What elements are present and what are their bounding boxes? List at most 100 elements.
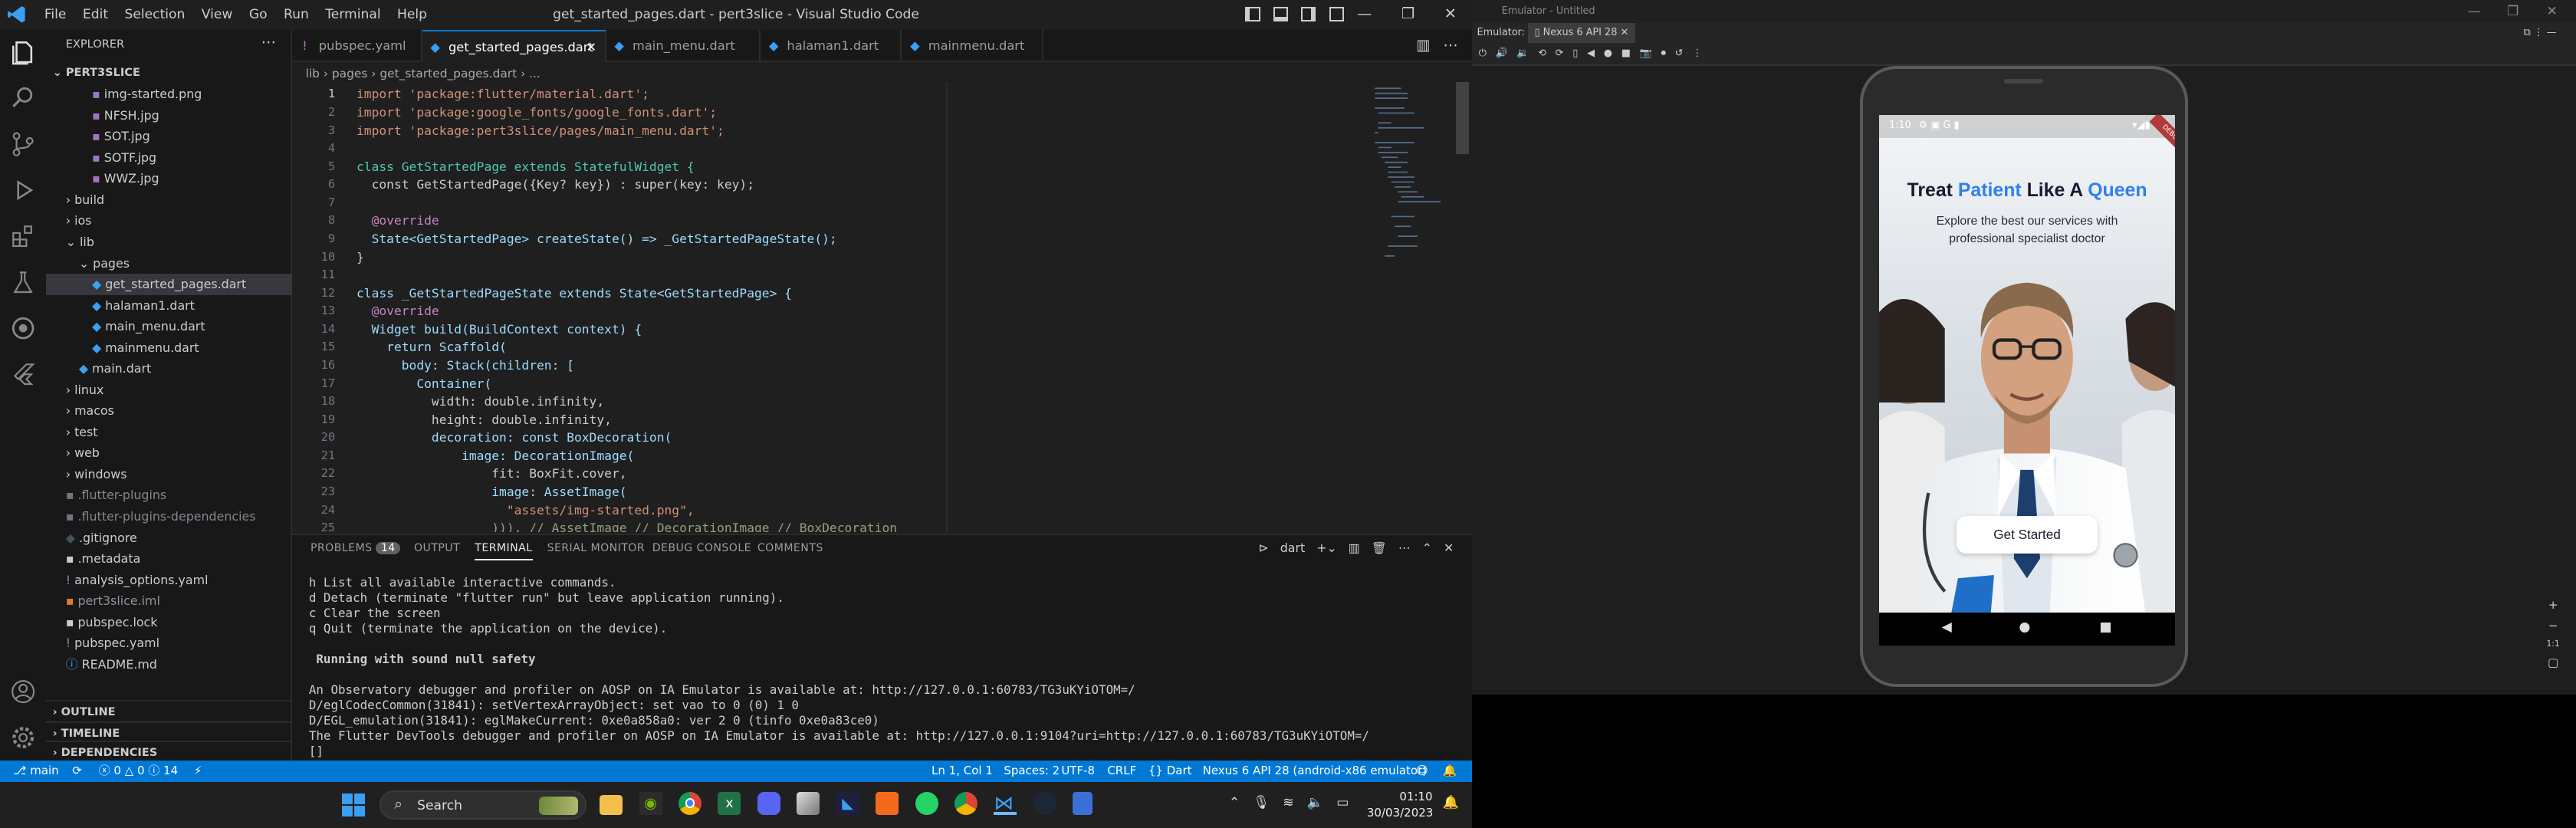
whatsapp-icon[interactable]: [915, 791, 938, 815]
new-terminal-icon[interactable]: +⌄: [1316, 540, 1337, 555]
menu-view[interactable]: View: [193, 7, 241, 22]
branch-status[interactable]: ⎇ main: [13, 761, 59, 782]
editor-scrollbar[interactable]: [1455, 82, 1469, 155]
app-icon-orange[interactable]: [876, 791, 899, 815]
vscode-taskbar-icon[interactable]: ⋈: [994, 792, 1017, 815]
flutter-icon[interactable]: [10, 361, 36, 387]
minimap[interactable]: [1372, 85, 1441, 282]
battery-icon[interactable]: ▭: [1336, 795, 1349, 810]
zoom-fit-icon[interactable]: ▢: [2548, 656, 2558, 669]
tree-item[interactable]: ◆ halaman1.dart: [46, 295, 292, 316]
explorer-more-icon[interactable]: ⋯: [261, 33, 276, 51]
tab-mainmenu[interactable]: ◆ mainmenu.dart: [902, 29, 1043, 63]
menu-help[interactable]: Help: [389, 7, 435, 22]
toggle-secondary-sidebar-icon[interactable]: [1301, 6, 1316, 21]
tree-item[interactable]: ◆ mainmenu.dart: [46, 337, 292, 358]
split-terminal-icon[interactable]: ▥: [1349, 540, 1360, 555]
indent-status[interactable]: Spaces: 2: [1004, 761, 1060, 782]
nvidia-icon[interactable]: ◉: [639, 791, 662, 815]
tab-output[interactable]: OUTPUT: [414, 542, 460, 554]
maximize-icon[interactable]: ❐: [1401, 5, 1414, 22]
minimize-icon[interactable]: —: [1357, 5, 1372, 22]
account-icon[interactable]: [10, 678, 36, 705]
snapshot-icon[interactable]: ↺: [1675, 48, 1684, 59]
menu-selection[interactable]: Selection: [117, 7, 193, 22]
chrome-icon[interactable]: [678, 791, 702, 815]
feedback-icon[interactable]: ☺: [1416, 761, 1428, 782]
breadcrumb[interactable]: lib › pages › get_started_pages.dart › .…: [306, 64, 540, 84]
close-icon[interactable]: ✕: [1444, 5, 1457, 22]
search-icon[interactable]: [10, 85, 36, 111]
tree-item[interactable]: ▪ .metadata: [46, 548, 292, 569]
extended-controls-icon[interactable]: ⋮: [1692, 48, 1702, 59]
power-icon[interactable]: ⏻: [1479, 48, 1487, 59]
tree-item[interactable]: › web: [46, 442, 292, 463]
discord-icon[interactable]: [757, 791, 780, 815]
tab-get-started-pages[interactable]: ◆ get_started_pages.dart ✕: [422, 29, 606, 64]
section-dependencies[interactable]: › DEPENDENCIES: [46, 741, 293, 761]
section-timeline[interactable]: › TIMELINE: [46, 721, 293, 742]
menu-edit[interactable]: Edit: [74, 7, 117, 22]
tree-item[interactable]: ▪ .flutter-plugins-dependencies: [46, 506, 292, 527]
tree-item[interactable]: ▪ SOT.jpg: [46, 126, 292, 146]
tree-item[interactable]: ▪ WWZ.jpg: [46, 168, 292, 189]
testing-icon[interactable]: [10, 269, 36, 295]
nav-home-icon[interactable]: ●: [2019, 619, 2030, 635]
tree-item[interactable]: ◆ main.dart: [46, 358, 292, 379]
eol-status[interactable]: CRLF: [1107, 761, 1136, 782]
emu-minimize-icon[interactable]: —: [2468, 0, 2481, 23]
excel-icon[interactable]: x: [718, 791, 741, 815]
more-icon[interactable]: ⋯: [1398, 540, 1411, 555]
customize-layout-icon[interactable]: [1329, 6, 1344, 21]
device-tab[interactable]: ▯ Nexus 6 API 28 ✕: [1527, 23, 1635, 43]
tree-item[interactable]: ◆ main_menu.dart: [46, 316, 292, 337]
github-icon[interactable]: [10, 315, 36, 341]
source-control-icon[interactable]: [10, 131, 36, 157]
section-outline[interactable]: › OUTLINE: [46, 699, 293, 721]
code-editor[interactable]: 1 import 'package:flutter/material.dart';…: [292, 82, 1473, 533]
nav-recents-icon[interactable]: ■: [2099, 619, 2111, 635]
tree-item[interactable]: ▪ pert3slice.iml: [46, 590, 292, 611]
tree-item[interactable]: ▪ pubspec.lock: [46, 612, 292, 632]
zoom-actual-button[interactable]: 1:1: [2546, 639, 2559, 649]
problems-status[interactable]: ⓧ 0 △ 0 ⓘ 14: [99, 761, 179, 782]
language-status[interactable]: {} Dart: [1148, 761, 1192, 782]
nav-back-icon[interactable]: ◀: [1942, 619, 1952, 635]
record-icon[interactable]: ⏺: [1661, 48, 1665, 59]
tree-item[interactable]: ⌄ lib: [46, 232, 292, 252]
toggle-panel-icon[interactable]: [1273, 6, 1289, 21]
tab-main-menu[interactable]: ◆ main_menu.dart: [606, 29, 761, 63]
notes-icon[interactable]: [1073, 791, 1092, 815]
close-tab-icon[interactable]: ✕: [586, 31, 596, 64]
tree-item[interactable]: › linux: [46, 380, 292, 400]
run-debug-icon[interactable]: [10, 177, 36, 203]
tab-problems[interactable]: PROBLEMS 14: [310, 542, 401, 554]
more-actions-icon[interactable]: ⋯: [1444, 36, 1458, 54]
file-explorer-icon[interactable]: [600, 795, 623, 815]
emu-settings-icon[interactable]: ⧉ ⋮ —: [2523, 23, 2556, 43]
get-started-button[interactable]: Get Started: [1956, 515, 2098, 554]
zoom-out-button[interactable]: −: [2548, 619, 2558, 632]
fold-icon[interactable]: ▯: [1572, 48, 1578, 59]
microphone-icon[interactable]: 🎙: [1253, 795, 1270, 810]
clock[interactable]: 01:10 30/03/2023: [1367, 789, 1433, 822]
device-status[interactable]: Nexus 6 API 28 (android-x86 emulator): [1203, 761, 1428, 782]
chrome-alt-icon[interactable]: [954, 791, 978, 815]
explorer-icon[interactable]: [10, 39, 36, 65]
split-editor-icon[interactable]: ▥: [1416, 36, 1430, 54]
tree-item[interactable]: ◆ get_started_pages.dart: [46, 274, 293, 295]
speaker-icon[interactable]: 🔈: [1307, 795, 1323, 810]
encoding-status[interactable]: UTF-8: [1061, 761, 1095, 782]
tab-comments[interactable]: COMMENTS: [757, 542, 823, 554]
overview-icon[interactable]: ■: [1622, 48, 1631, 59]
tab-terminal[interactable]: TERMINAL: [475, 542, 533, 561]
tree-item[interactable]: ! pubspec.yaml: [46, 632, 292, 653]
volume-up-icon[interactable]: 🔊: [1496, 48, 1508, 59]
rotate-left-icon[interactable]: ⟲: [1538, 48, 1546, 59]
tab-halaman1[interactable]: ◆ halaman1.dart: [761, 29, 902, 63]
tree-item[interactable]: ◆ .gitignore: [46, 527, 292, 548]
tree-item[interactable]: › ios: [46, 210, 292, 231]
maximize-panel-icon[interactable]: ⌃: [1422, 540, 1432, 555]
close-panel-icon[interactable]: ✕: [1444, 540, 1454, 555]
tree-item[interactable]: ▪ SOTF.jpg: [46, 147, 292, 168]
